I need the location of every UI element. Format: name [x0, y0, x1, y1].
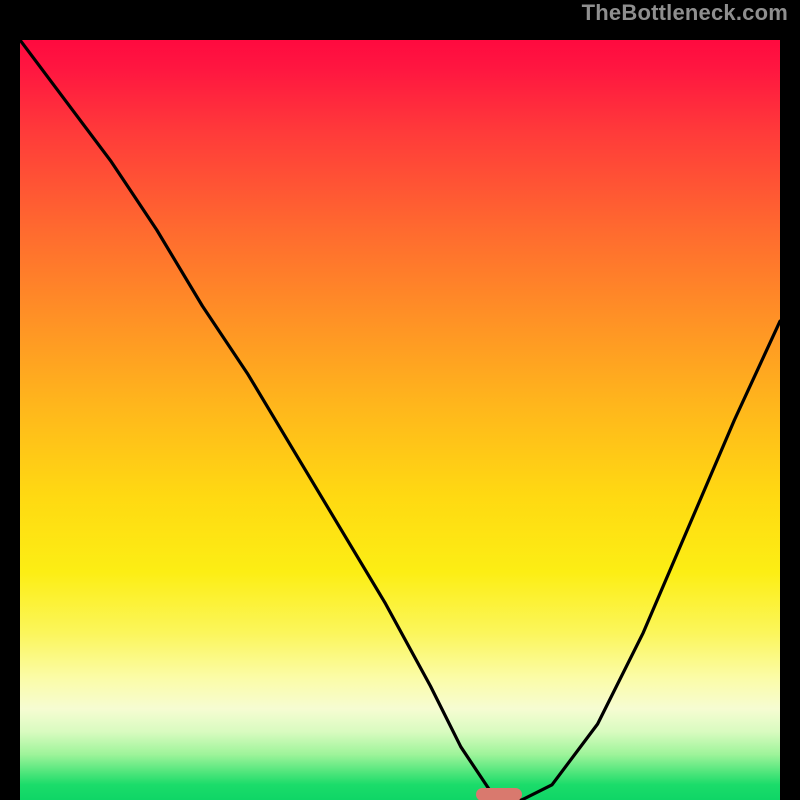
- optimum-marker: [476, 788, 522, 800]
- curve-path: [20, 40, 780, 800]
- plot-area: [20, 40, 780, 800]
- chart-frame: [0, 20, 800, 800]
- bottleneck-curve: [20, 40, 780, 800]
